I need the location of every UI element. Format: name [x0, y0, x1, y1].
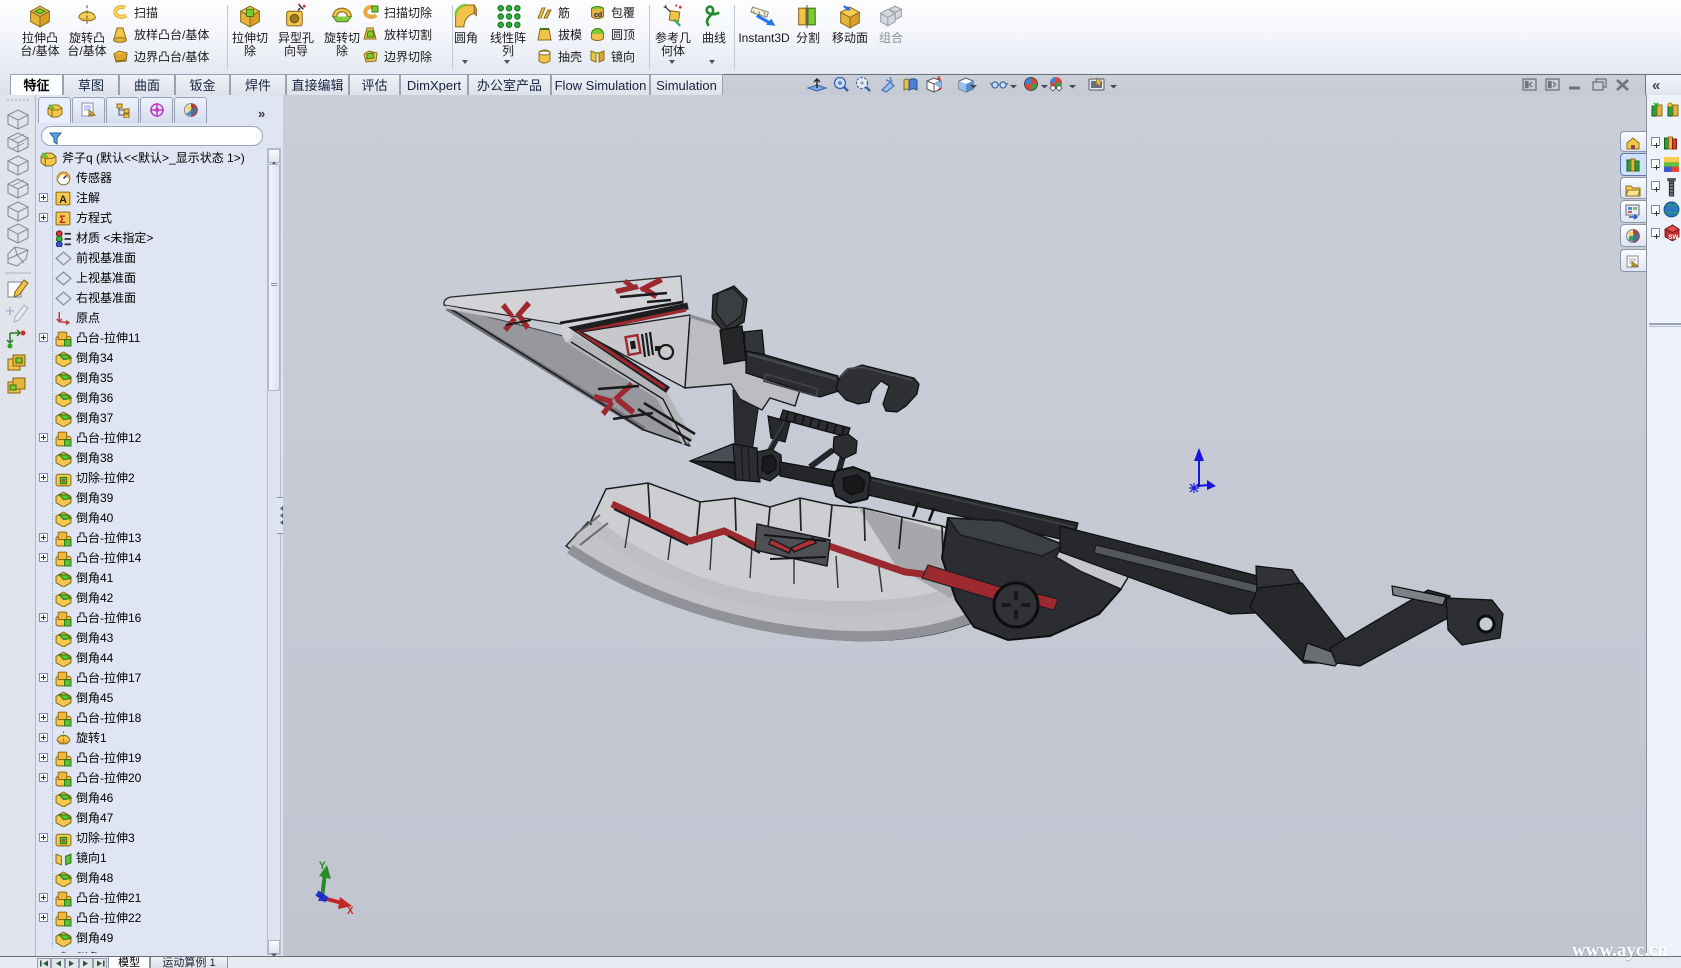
svg-text:Z: Z — [318, 894, 324, 905]
svg-text:cd: cd — [594, 10, 602, 20]
svg-text:X: X — [347, 906, 354, 918]
svg-text:SW: SW — [1668, 232, 1678, 241]
svg-text:Y: Y — [319, 861, 326, 873]
